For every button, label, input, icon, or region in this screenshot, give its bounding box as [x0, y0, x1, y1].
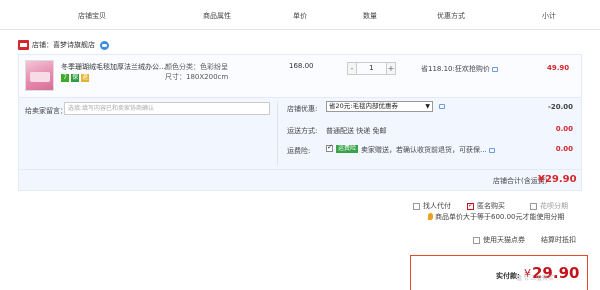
- anonymous-label: 匿名购买: [477, 202, 505, 210]
- divider: [277, 101, 278, 165]
- tmall-points-option[interactable]: 使用天猫点券: [473, 235, 525, 245]
- pay-for-other-option[interactable]: 找人代付: [413, 201, 451, 211]
- product-size: 尺寸：180X200cm: [165, 73, 229, 81]
- huabei-label: 花呗分期: [540, 202, 568, 210]
- order-item: 冬季珊瑚绒毛毯加厚法兰绒办公... 7 保 退 颜色分类：色彩纷呈 尺寸：180…: [18, 54, 582, 98]
- header-item: 店铺宝贝: [78, 12, 106, 20]
- comment-icon[interactable]: [439, 104, 445, 109]
- guarantee-icon[interactable]: 保: [71, 74, 79, 82]
- insurance-tag: 运费险: [336, 145, 359, 153]
- item-subtotal: 49.90: [547, 64, 570, 72]
- seven-day-return-icon[interactable]: 7: [61, 74, 69, 82]
- header-qty: 数量: [363, 12, 377, 20]
- pay-for-other-checkbox[interactable]: [413, 202, 420, 210]
- cart-header: 店铺宝贝 商品属性 单价 数量 优惠方式 小计: [0, 0, 600, 30]
- insurance-desc: 卖家赠送，若确认收货前退货，可获保...: [361, 146, 487, 154]
- comment-icon[interactable]: [491, 66, 498, 72]
- location-pin-icon: [428, 213, 433, 220]
- saving-info: 省118.10:狂欢抢购价: [421, 64, 498, 74]
- tmall-points-checkbox[interactable]: [473, 236, 480, 244]
- qty-plus-button[interactable]: +: [386, 62, 396, 75]
- watermark: 值 什么值得买: [516, 275, 554, 282]
- return-icon[interactable]: 退: [81, 74, 89, 82]
- huabei-checkbox[interactable]: [530, 202, 537, 210]
- store-icon: [18, 40, 29, 50]
- insurance-text: 卖家赠送，若确认收货前退货，可获保...: [361, 145, 495, 155]
- quantity-stepper: - 1 +: [347, 62, 396, 75]
- order-options: 给卖家留言： 选填:填写内容已和卖家协商确认 店铺优惠: 省20元:毛毯内部优惠…: [18, 98, 582, 170]
- unit-price: 168.00: [289, 62, 314, 70]
- tmall-points-label: 使用天猫点券: [483, 236, 525, 244]
- product-title[interactable]: 冬季珊瑚绒毛毯加厚法兰绒办公...: [61, 62, 166, 72]
- store-total-bar: 店铺合计(含运费) ¥29.90: [18, 170, 582, 191]
- message-label: 给卖家留言：: [25, 107, 67, 115]
- coupon-label: 店铺优惠:: [287, 105, 318, 113]
- shipping-method: 普通配送 快递 免邮: [326, 127, 387, 135]
- header-attr: 商品属性: [203, 12, 231, 20]
- pay-for-other-label: 找人代付: [423, 202, 451, 210]
- store-name[interactable]: 店铺：喜梦诗旗舰店: [32, 40, 95, 50]
- qty-minus-button[interactable]: -: [347, 62, 357, 75]
- shipping-label: 运送方式:: [287, 127, 318, 135]
- insurance-checkbox[interactable]: [326, 143, 333, 152]
- store-row: 店铺：喜梦诗旗舰店: [18, 38, 109, 52]
- insurance-label: 运费险:: [287, 147, 311, 155]
- anonymous-option[interactable]: 匿名购买: [467, 201, 505, 211]
- header-subtotal: 小计: [542, 12, 556, 20]
- store-total-value: ¥29.90: [538, 174, 577, 185]
- settle-deduct-label: 结算时抵扣: [541, 236, 576, 244]
- header-discount: 优惠方式: [437, 12, 465, 20]
- comment-icon[interactable]: [488, 147, 495, 153]
- final-payment-box: 实付款: ¥ 29.90: [410, 255, 588, 290]
- anonymous-checkbox[interactable]: [467, 201, 474, 210]
- shipping-amount: 0.00: [555, 125, 573, 133]
- chat-icon[interactable]: [100, 40, 109, 50]
- product-color: 颜色分类：色彩纷呈: [165, 63, 228, 71]
- insurance-amount: 0.00: [555, 145, 573, 153]
- huabei-tip-text: 商品单价大于等于600.00元才能使用分期: [435, 213, 565, 221]
- huabei-tip: 商品单价大于等于600.00元才能使用分期: [428, 212, 565, 222]
- saving-text: 省118.10:狂欢抢购价: [421, 65, 490, 73]
- huabei-option[interactable]: 花呗分期: [530, 201, 568, 211]
- message-input[interactable]: 选填:填写内容已和卖家协商确认: [64, 102, 270, 115]
- product-thumbnail[interactable]: [25, 60, 54, 91]
- coupon-select[interactable]: 省20元:毛毯内部优惠券: [326, 101, 433, 112]
- header-price: 单价: [293, 12, 307, 20]
- service-badges: 7 保 退: [61, 74, 89, 82]
- qty-input[interactable]: 1: [357, 62, 386, 75]
- coupon-amount: -20.00: [547, 103, 573, 111]
